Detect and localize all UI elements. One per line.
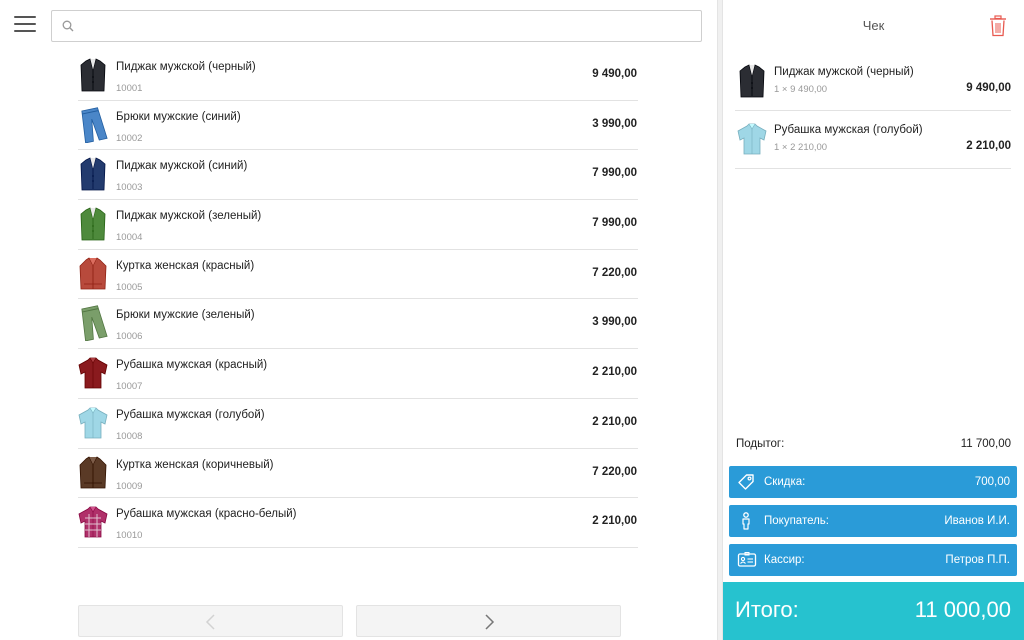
chevron-left-icon (205, 614, 215, 630)
receipt-title: Чек (862, 18, 885, 33)
jacket-icon (78, 57, 108, 93)
product-price: 3 990,00 (592, 117, 637, 130)
product-price: 7 220,00 (592, 465, 637, 478)
search-input[interactable] (82, 11, 692, 41)
product-row[interactable]: Рубашка мужская (голубой) 10008 2 210,00 (78, 399, 638, 449)
product-name: Пиджак мужской (зеленый) (116, 210, 262, 223)
subtotal-value: 11 700,00 (960, 438, 1011, 450)
product-price: 3 990,00 (592, 316, 637, 329)
product-name: Пиджак мужской (черный) (116, 61, 256, 73)
next-page-button[interactable] (356, 605, 621, 637)
search-box[interactable] (51, 10, 702, 42)
product-price: 7 990,00 (592, 217, 637, 230)
product-row[interactable]: Куртка женская (коричневый) 10009 7 220,00 (78, 449, 638, 499)
product-row[interactable]: Брюки мужские (синий) 10002 3 990,00 (78, 101, 638, 151)
total-value: 11 000,00 (914, 597, 1011, 622)
shirt-icon (78, 355, 108, 391)
receipt-item-sum: 2 210,00 (966, 140, 1011, 152)
product-price: 2 210,00 (592, 515, 637, 528)
product-code: 10006 (116, 331, 143, 343)
trousers-icon (78, 106, 108, 144)
product-name: Брюки мужские (синий) (116, 110, 241, 123)
person-icon (742, 512, 750, 530)
product-name: Брюки мужские (зеленый) (116, 309, 255, 322)
product-price: 9 490,00 (592, 68, 637, 80)
product-code: 10001 (116, 83, 143, 94)
product-name: Рубашка мужская (голубой) (116, 408, 265, 421)
product-name: Рубашка мужская (красный) (116, 359, 268, 372)
product-name: Рубашка мужская (красно-белый) (116, 508, 297, 521)
product-name: Куртка женская (красный) (116, 259, 255, 272)
product-name: Пиджак мужской (синий) (116, 160, 248, 173)
customer-value: Иванов И.И. (944, 515, 1010, 527)
product-code: 10010 (116, 530, 143, 542)
cashier-value: Петров П.П. (945, 554, 1010, 566)
total-pay-button[interactable]: Итого: 11 000,00 (723, 582, 1024, 640)
receipt-item[interactable]: Рубашка мужская (голубой) 1 × 2 210,00 2 2… (735, 111, 1011, 169)
product-row[interactable]: Пиджак мужской (зеленый) 10004 7 990,00 (78, 200, 638, 250)
shirt-icon (78, 405, 108, 441)
total-label: Итого: (735, 597, 799, 622)
product-row[interactable]: Рубашка мужская (красно-белый) 10010 2 210… (78, 498, 638, 548)
product-row[interactable]: Рубашка мужская (красный) 10007 2 210,00 (78, 349, 638, 399)
id-card-icon (737, 552, 757, 567)
product-row[interactable]: Куртка женская (красный) 10005 7 220,00 (78, 250, 638, 300)
discount-value: 700,00 (974, 476, 1010, 488)
receipt-item-list: Пиджак мужской (черный) 1 × 9 490,00 9 490… (735, 53, 1011, 169)
discount-button[interactable]: Скидка: 700,00 (729, 466, 1017, 498)
receipt-item-sum: 9 490,00 (966, 82, 1011, 94)
product-catalog-panel: Пиджак мужской (черный) 10001 9 490,00 Брюк… (0, 0, 717, 640)
receipt-item[interactable]: Пиджак мужской (черный) 1 × 9 490,00 9 490… (735, 53, 1011, 111)
customer-button[interactable]: Покупатель: Иванов И.И. (729, 505, 1017, 537)
leather-jacket-icon (78, 455, 108, 491)
product-row[interactable]: Пиджак мужской (черный) 10001 9 490,00 (78, 51, 638, 101)
shirt-icon (737, 121, 767, 157)
jacket-icon (78, 156, 108, 192)
product-price: 2 210,00 (592, 366, 637, 379)
jacket-icon (78, 206, 108, 242)
product-price: 7 220,00 (592, 266, 637, 279)
product-code: 10002 (116, 132, 143, 144)
product-code: 10009 (116, 480, 143, 492)
chevron-right-icon (485, 614, 495, 630)
discount-label: Скидка: (764, 476, 806, 488)
price-tag-icon (738, 474, 754, 490)
product-code: 10004 (116, 232, 143, 244)
receipt-item-name: Пиджак мужской (черный) (774, 66, 914, 78)
trash-icon[interactable] (989, 15, 1007, 37)
product-code: 10008 (116, 430, 143, 442)
receipt-item-quantity: 1 × 9 490,00 (774, 84, 828, 95)
prev-page-button[interactable] (78, 605, 343, 637)
product-row[interactable]: Брюки мужские (зеленый) 10006 3 990,00 (78, 299, 638, 350)
product-list: Пиджак мужской (черный) 10001 9 490,00 Брюк… (78, 51, 638, 548)
hamburger-menu-icon[interactable] (14, 16, 36, 34)
cashier-label: Кассир: (764, 554, 805, 566)
product-name: Куртка женская (коричневый) (116, 458, 274, 471)
customer-label: Покупатель: (764, 515, 829, 527)
product-code: 10003 (116, 182, 143, 194)
search-icon (62, 20, 74, 32)
subtotal-row: Подытог: 11 700,00 (736, 438, 1011, 450)
trousers-icon (78, 305, 108, 342)
plaid-shirt-icon (78, 504, 108, 540)
product-code: 10005 (116, 281, 143, 293)
receipt-item-name: Рубашка мужская (голубой) (774, 124, 923, 136)
receipt-item-quantity: 1 × 2 210,00 (774, 142, 828, 153)
jacket-icon (737, 63, 767, 99)
cashier-button[interactable]: Кассир: Петров П.П. (729, 544, 1017, 576)
product-price: 7 990,00 (592, 167, 637, 180)
product-price: 2 210,00 (592, 415, 637, 428)
receipt-panel: Чек Пиджак мужской (черный) 1 × 9 490,00 9… (723, 0, 1024, 640)
subtotal-label: Подытог: (736, 438, 785, 450)
leather-jacket-icon (78, 256, 108, 292)
product-code: 10007 (116, 381, 143, 393)
product-row[interactable]: Пиджак мужской (синий) 10003 7 990,00 (78, 150, 638, 201)
